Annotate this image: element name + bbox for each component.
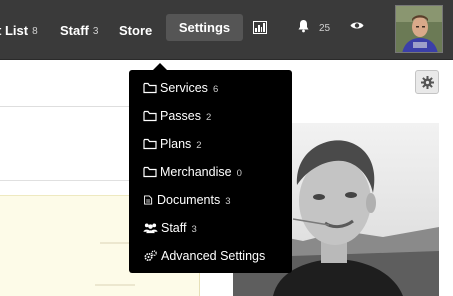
menu-item-label: Documents	[157, 193, 221, 207]
menu-item-count: 3	[191, 223, 197, 235]
settings-gear-button[interactable]	[415, 70, 439, 94]
menu-item-count: 2	[196, 139, 202, 151]
menu-item-count: 2	[206, 111, 212, 123]
nav-item-label: Store	[119, 22, 153, 38]
top-nav-bar: t List 8 Staff 3 Store Settings 25	[0, 0, 453, 60]
menu-item-advanced-settings[interactable]: Advanced Settings	[129, 242, 292, 270]
menu-item-label: Advanced Settings	[161, 249, 266, 263]
bar-chart-icon[interactable]	[253, 21, 267, 34]
content-divider	[0, 106, 129, 107]
menu-item-label: Passes	[160, 109, 201, 123]
document-icon	[144, 195, 153, 205]
notifications-count: 25	[319, 23, 331, 34]
nav-item-client-list[interactable]: t List 8	[0, 0, 38, 60]
folder-icon	[143, 110, 157, 122]
folder-icon	[143, 166, 157, 178]
nav-item-count: 3	[92, 25, 99, 37]
menu-item-staff[interactable]: Staff 3	[129, 214, 292, 242]
users-icon	[143, 223, 158, 234]
menu-item-services[interactable]: Services 6	[129, 74, 292, 102]
settings-dropdown-menu: Services 6 Passes 2 Plans 2 Merchandise …	[129, 63, 292, 273]
menu-item-documents[interactable]: Documents 3	[129, 186, 292, 214]
bell-icon[interactable]	[297, 19, 310, 33]
menu-item-count: 6	[212, 83, 219, 95]
gear-icon	[420, 75, 434, 89]
folder-icon	[143, 138, 157, 150]
nav-item-settings[interactable]: Settings	[166, 14, 243, 41]
menu-item-count: 3	[225, 195, 231, 207]
menu-item-label: Plans	[160, 137, 192, 151]
nav-item-store[interactable]: Store	[119, 0, 152, 60]
gears-icon	[144, 250, 157, 262]
nav-item-label: Staff	[60, 22, 89, 38]
nav-item-count: 8	[32, 25, 38, 37]
menu-item-merchandise[interactable]: Merchandise 0	[129, 158, 292, 186]
menu-item-passes[interactable]: Passes 2	[129, 102, 292, 130]
eye-icon[interactable]	[350, 21, 364, 30]
user-avatar[interactable]	[395, 5, 443, 53]
nav-item-label: Settings	[178, 20, 231, 35]
menu-item-label: Staff	[161, 221, 187, 235]
menu-item-count: 0	[236, 167, 242, 179]
menu-item-plans[interactable]: Plans 2	[129, 130, 292, 158]
menu-item-label: Services	[160, 81, 208, 95]
nav-item-staff[interactable]: Staff 3	[60, 0, 98, 60]
folder-icon	[143, 82, 157, 94]
nav-item-label: t List	[0, 22, 29, 38]
menu-item-label: Merchandise	[160, 165, 232, 179]
